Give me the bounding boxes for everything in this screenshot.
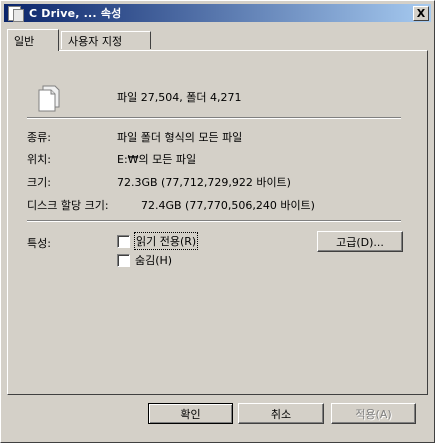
disk-size-value: 72.4GB (77,770,506,240 바이트) [141,199,315,212]
size-label: 크기: [27,176,51,189]
size-value: 72.3GB (77,712,729,922 바이트) [117,176,291,189]
separator [27,117,401,119]
apply-button[interactable]: 적용(A) [331,403,416,424]
files-icon [8,5,24,22]
close-button[interactable]: X [413,6,429,21]
ok-button[interactable]: 확인 [148,403,233,424]
properties-dialog: C Drive, ... 속성 X 일반 사용자 지정 파일 27,504, 폴… [0,0,435,443]
tab-customize[interactable]: 사용자 지정 [61,31,151,49]
attributes-label: 특성: [27,237,51,250]
title-bar: C Drive, ... 속성 X [4,4,431,22]
cancel-button[interactable]: 취소 [238,403,324,424]
file-folder-count: 파일 27,504, 폴더 4,271 [117,91,242,104]
location-value: E:₩의 모든 파일 [117,153,197,166]
location-label: 위치: [27,153,51,166]
disk-size-label: 디스크 할당 크기: [27,199,109,212]
readonly-checkbox[interactable]: 읽기 전용(R) [117,232,199,250]
checkbox-box[interactable] [117,234,130,248]
hidden-label: 숨김(H) [135,254,173,267]
advanced-button[interactable]: 고급(D)... [317,231,403,252]
tab-general[interactable]: 일반 [7,29,59,51]
multiple-files-icon [38,85,60,112]
window-title: C Drive, ... 속성 [29,7,122,20]
type-value: 파일 폴더 형식의 모든 파일 [117,131,243,144]
separator [27,220,401,222]
hidden-checkbox[interactable]: 숨김(H) [117,252,172,268]
readonly-label: 읽기 전용(R) [133,232,199,250]
checkbox-box[interactable] [117,253,130,267]
type-label: 종류: [27,131,51,144]
